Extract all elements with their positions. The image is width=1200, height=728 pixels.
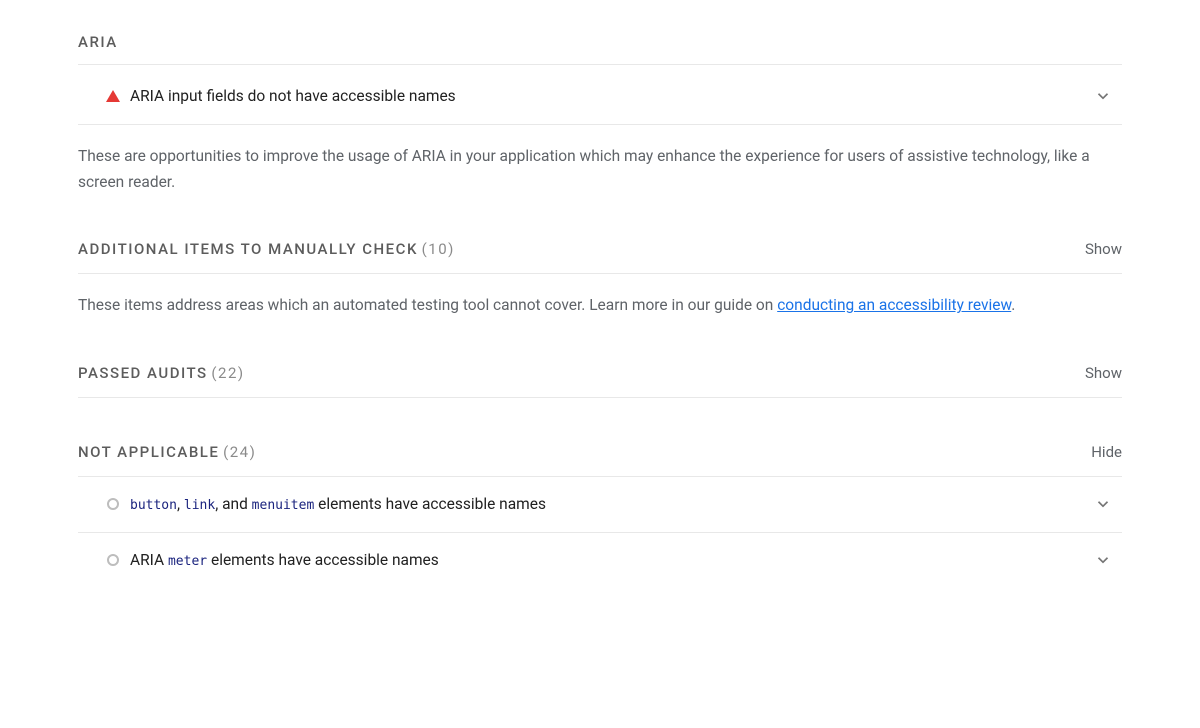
chevron-down-icon[interactable] — [1088, 551, 1118, 569]
manual-title: ADDITIONAL ITEMS TO MANUALLY CHECK — [78, 240, 418, 258]
fail-icon — [96, 90, 130, 102]
na-title: NOT APPLICABLE — [78, 443, 219, 461]
aria-audit-row[interactable]: ARIA input fields do not have accessible… — [78, 69, 1122, 125]
accessibility-review-link[interactable]: conducting an accessibility review — [777, 296, 1011, 314]
code-meter: meter — [168, 554, 207, 569]
manual-header[interactable]: ADDITIONAL ITEMS TO MANUALLY CHECK (10) … — [78, 237, 1122, 274]
aria-audits: ARIA input fields do not have accessible… — [78, 69, 1122, 125]
aria-section: ARIA ARIA input fields do not have acces… — [78, 30, 1122, 195]
manual-count: (10) — [422, 240, 455, 258]
passed-title-wrap: PASSED AUDITS (22) — [78, 361, 245, 385]
code-menuitem: menuitem — [252, 498, 315, 513]
manual-desc-suffix: . — [1011, 296, 1015, 314]
passed-audits-section: PASSED AUDITS (22) Show — [78, 361, 1122, 398]
manual-description: These items address areas which an autom… — [78, 274, 1122, 318]
na-toggle[interactable]: Hide — [1091, 440, 1122, 464]
na-title-wrap: NOT APPLICABLE (24) — [78, 440, 256, 464]
na-audit-title-1: ARIA meter elements have accessible name… — [130, 548, 1088, 573]
na-audit-row[interactable]: button, link, and menuitem elements have… — [78, 477, 1122, 533]
chevron-down-icon[interactable] — [1088, 87, 1118, 105]
code-button: button — [130, 498, 177, 513]
chevron-down-icon[interactable] — [1088, 495, 1118, 513]
passed-header[interactable]: PASSED AUDITS (22) Show — [78, 361, 1122, 398]
na-icon — [96, 554, 130, 566]
manual-toggle[interactable]: Show — [1085, 237, 1122, 261]
aria-header: ARIA — [78, 30, 1122, 65]
na-count: (24) — [223, 443, 256, 461]
passed-title: PASSED AUDITS — [78, 364, 208, 382]
na-audit-row[interactable]: ARIA meter elements have accessible name… — [78, 533, 1122, 588]
aria-title: ARIA — [78, 30, 118, 54]
na-icon — [96, 498, 130, 510]
code-link: link — [184, 498, 215, 513]
passed-toggle[interactable]: Show — [1085, 361, 1122, 385]
manual-desc-prefix: These items address areas which an autom… — [78, 296, 777, 314]
na-header[interactable]: NOT APPLICABLE (24) Hide — [78, 440, 1122, 477]
not-applicable-section: NOT APPLICABLE (24) Hide button, link, a… — [78, 440, 1122, 588]
manual-check-section: ADDITIONAL ITEMS TO MANUALLY CHECK (10) … — [78, 237, 1122, 318]
na-audit-title-0: button, link, and menuitem elements have… — [130, 492, 1088, 517]
aria-audit-title: ARIA input fields do not have accessible… — [130, 84, 1088, 109]
passed-count: (22) — [211, 364, 244, 382]
aria-description: These are opportunities to improve the u… — [78, 125, 1122, 196]
manual-title-wrap: ADDITIONAL ITEMS TO MANUALLY CHECK (10) — [78, 237, 455, 261]
